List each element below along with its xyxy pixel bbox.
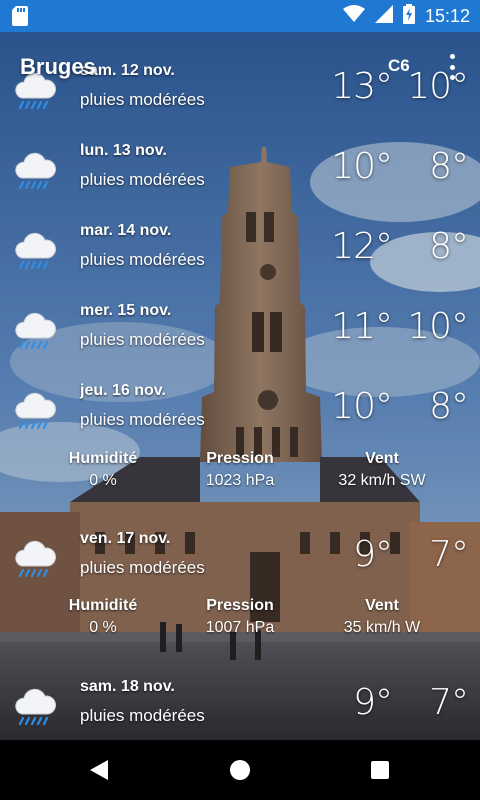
forecast-desc: pluies modérées bbox=[80, 558, 205, 577]
forecast-row[interactable]: jeu. 16 nov. pluies modérées 10° 8° bbox=[0, 382, 480, 448]
forecast-desc: pluies modérées bbox=[80, 90, 205, 109]
forecast-row[interactable]: sam. 18 nov. pluies modérées 9° 7° bbox=[0, 678, 480, 744]
back-triangle-icon[interactable] bbox=[90, 760, 108, 785]
forecast-day: lun. 13 nov. bbox=[80, 142, 167, 159]
pressure-label: Pression bbox=[206, 597, 274, 614]
forecast-desc: pluies modérées bbox=[80, 250, 205, 269]
forecast-high: 9° bbox=[353, 534, 393, 575]
navigation-bar bbox=[0, 740, 480, 800]
forecast-row[interactable]: mer. 15 nov. pluies modérées 11° 10° bbox=[0, 302, 480, 368]
home-circle-icon[interactable] bbox=[230, 760, 250, 780]
wind-value: 35 km/h W bbox=[343, 619, 421, 636]
rain-cloud-icon bbox=[12, 148, 58, 194]
rain-cloud-icon bbox=[12, 536, 58, 582]
forecast-high: 11° bbox=[331, 306, 393, 347]
forecast-row[interactable]: mar. 14 nov. pluies modérées 12° 8° bbox=[0, 222, 480, 288]
forecast-low: 8° bbox=[429, 226, 469, 267]
status-time: 15:12 bbox=[424, 5, 470, 26]
forecast-desc: pluies modérées bbox=[80, 170, 205, 189]
more-vert-icon[interactable] bbox=[442, 52, 462, 82]
forecast-low: 10° bbox=[407, 306, 469, 347]
signal-icon bbox=[374, 4, 393, 28]
wind-label: Vent bbox=[365, 597, 399, 614]
forecast-day: mer. 15 nov. bbox=[80, 302, 172, 319]
rain-cloud-icon bbox=[12, 228, 58, 274]
forecast-low: 7° bbox=[429, 534, 469, 575]
forecast-desc: pluies modérées bbox=[80, 330, 205, 349]
forecast-desc: pluies modérées bbox=[80, 706, 205, 725]
forecast-low: 8° bbox=[429, 386, 469, 427]
day-details: Humidité 0 % Pression 1007 hPa Vent 35 k… bbox=[0, 597, 480, 641]
forecast-day: mar. 14 nov. bbox=[80, 222, 172, 239]
rain-cloud-icon bbox=[12, 388, 58, 434]
pressure-value: 1023 hPa bbox=[205, 472, 275, 489]
humidity-value: 0 % bbox=[89, 472, 117, 489]
forecast-low: 7° bbox=[429, 682, 469, 723]
pressure-value: 1007 hPa bbox=[205, 619, 275, 636]
forecast-day: jeu. 16 nov. bbox=[80, 382, 166, 399]
humidity-label: Humidité bbox=[68, 597, 138, 614]
status-bar: 15:12 bbox=[0, 0, 480, 32]
city-title[interactable]: Bruges bbox=[20, 54, 96, 80]
forecast-high: 13° bbox=[331, 66, 393, 107]
forecast-row[interactable]: ven. 17 nov. pluies modérées 9° 7° bbox=[0, 530, 480, 596]
humidity-value: 0 % bbox=[89, 619, 117, 636]
recent-square-icon[interactable] bbox=[371, 761, 389, 779]
rain-cloud-icon bbox=[12, 308, 58, 354]
forecast-low: 8° bbox=[429, 146, 469, 187]
battery-charging-icon bbox=[402, 3, 415, 29]
forecast-row[interactable]: lun. 13 nov. pluies modérées 10° 8° bbox=[0, 142, 480, 208]
wifi-icon bbox=[342, 4, 365, 28]
wind-label: Vent bbox=[365, 450, 399, 467]
pressure-label: Pression bbox=[206, 450, 274, 467]
units-badge[interactable]: C6 bbox=[388, 56, 410, 76]
forecast-high: 12° bbox=[331, 226, 393, 267]
day-details: Humidité 0 % Pression 1023 hPa Vent 32 k… bbox=[0, 450, 480, 494]
sd-card-icon bbox=[12, 6, 28, 31]
forecast-high: 9° bbox=[353, 682, 393, 723]
forecast-high: 10° bbox=[331, 146, 393, 187]
humidity-label: Humidité bbox=[68, 450, 138, 467]
forecast-desc: pluies modérées bbox=[80, 410, 205, 429]
wind-value: 32 km/h SW bbox=[338, 472, 426, 489]
forecast-day: ven. 17 nov. bbox=[80, 530, 171, 547]
forecast-high: 10° bbox=[331, 386, 393, 427]
forecast-day: sam. 18 nov. bbox=[80, 678, 175, 695]
rain-cloud-icon bbox=[12, 684, 58, 730]
